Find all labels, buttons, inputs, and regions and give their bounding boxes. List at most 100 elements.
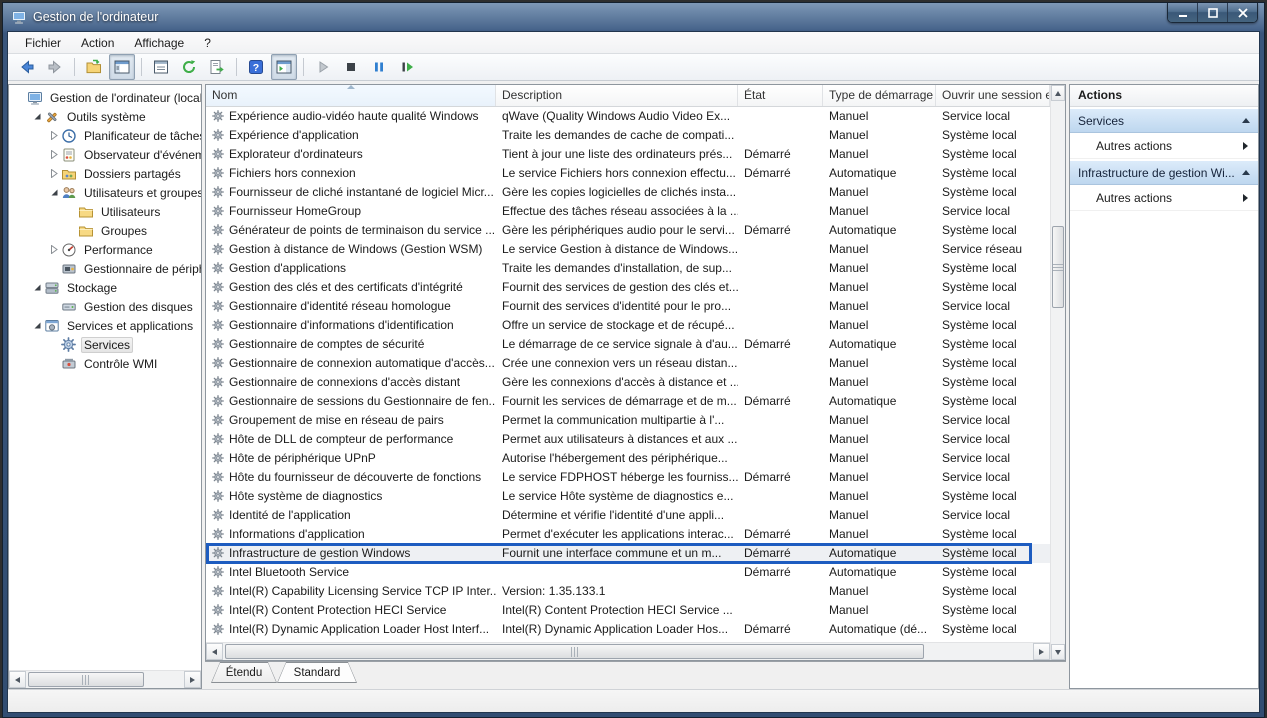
service-logon-as: Système local xyxy=(936,527,1050,541)
service-row[interactable]: Intel(R) Content Protection HECI Service… xyxy=(206,601,1050,620)
service-row[interactable]: Hôte du fournisseur de découverte de fon… xyxy=(206,468,1050,487)
service-row[interactable]: Fournisseur de cliché instantané de logi… xyxy=(206,183,1050,202)
service-row[interactable]: Gestion d'applicationsTraite les demande… xyxy=(206,259,1050,278)
stop-service-button[interactable] xyxy=(338,54,364,80)
minimize-button[interactable] xyxy=(1168,3,1198,22)
close-button[interactable] xyxy=(1228,3,1257,22)
service-row[interactable]: Fichiers hors connexionLe service Fichie… xyxy=(206,164,1050,183)
service-row[interactable]: Gestionnaire d'identité réseau homologue… xyxy=(206,297,1050,316)
service-row[interactable]: Expérience audio-vidéo haute qualité Win… xyxy=(206,107,1050,126)
show-action-pane-button[interactable] xyxy=(271,54,297,80)
tree-item-stockage[interactable]: Stockage xyxy=(9,278,201,297)
actions-section-infrastructure-de-gestion-wi[interactable]: Infrastructure de gestion Wi... xyxy=(1070,161,1258,185)
service-row[interactable]: Gestion à distance de Windows (Gestion W… xyxy=(206,240,1050,259)
service-row[interactable]: Hôte de DLL de compteur de performancePe… xyxy=(206,430,1050,449)
service-row[interactable]: Gestionnaire de comptes de sécuritéLe dé… xyxy=(206,335,1050,354)
service-row[interactable]: Intel(R) ...Intel(R) ...DémarréAutomatiq… xyxy=(206,639,1050,642)
service-row[interactable]: Identité de l'applicationDétermine et vé… xyxy=(206,506,1050,525)
service-row[interactable]: Hôte de périphérique UPnPAutorise l'hébe… xyxy=(206,449,1050,468)
show-console-tree-button[interactable] xyxy=(109,54,135,80)
service-row[interactable]: Gestionnaire de sessions du Gestionnaire… xyxy=(206,392,1050,411)
tree-item-services[interactable]: Services xyxy=(9,335,201,354)
service-row[interactable]: Fournisseur HomeGroupEffectue des tâches… xyxy=(206,202,1050,221)
scroll-right-arrow[interactable] xyxy=(184,671,201,688)
service-row[interactable]: Intel Bluetooth ServiceDémarréAutomatiqu… xyxy=(206,563,1050,582)
export-list-button[interactable] xyxy=(204,54,230,80)
action-item-autres-actions[interactable]: Autres actions xyxy=(1070,133,1258,159)
menu-aide[interactable]: ? xyxy=(195,34,220,52)
tree-item-gestionnaire-de-p-riph[interactable]: Gestionnaire de périphé xyxy=(9,259,201,278)
expander-expanded-icon[interactable] xyxy=(47,188,61,197)
open-folder-button[interactable] xyxy=(81,54,107,80)
service-row[interactable]: Gestion des clés et des certificats d'in… xyxy=(206,278,1050,297)
service-row[interactable]: Expérience d'applicationTraite les deman… xyxy=(206,126,1050,145)
service-row[interactable]: Hôte système de diagnosticsLe service Hô… xyxy=(206,487,1050,506)
column-header-tat[interactable]: État xyxy=(738,85,823,106)
list-hscroll-track[interactable] xyxy=(223,643,1033,660)
expander-collapsed-icon[interactable] xyxy=(47,150,61,159)
service-row[interactable]: Intel(R) Capability Licensing Service TC… xyxy=(206,582,1050,601)
service-row[interactable]: Infrastructure de gestion WindowsFournit… xyxy=(206,544,1050,563)
restart-service-button[interactable] xyxy=(394,54,420,80)
tree-item-gestion-de-l-ordinateur-local[interactable]: Gestion de l'ordinateur (local) xyxy=(9,88,201,107)
menu-action[interactable]: Action xyxy=(72,34,123,52)
tree-hscroll-thumb[interactable] xyxy=(28,672,144,687)
scroll-down-arrow[interactable] xyxy=(1051,644,1065,660)
help-button[interactable]: ? xyxy=(243,54,269,80)
toolbar-separator xyxy=(74,58,75,76)
expander-collapsed-icon[interactable] xyxy=(47,245,61,254)
service-row[interactable]: Informations d'applicationPermet d'exécu… xyxy=(206,525,1050,544)
column-header-ouvrir-une-session-e[interactable]: Ouvrir une session e xyxy=(936,85,1050,106)
service-row[interactable]: Explorateur d'ordinateursTient à jour un… xyxy=(206,145,1050,164)
menu-affichage[interactable]: Affichage xyxy=(125,34,193,52)
tree-item-planificateur-de-t-ches[interactable]: Planificateur de tâches xyxy=(9,126,201,145)
pause-service-button[interactable] xyxy=(366,54,392,80)
list-vertical-scrollbar[interactable] xyxy=(1050,85,1065,660)
tree-horizontal-scrollbar[interactable] xyxy=(9,670,201,688)
expander-expanded-icon[interactable] xyxy=(30,112,44,121)
tree-item-gestion-des-disques[interactable]: Gestion des disques xyxy=(9,297,201,316)
service-row[interactable]: Générateur de points de terminaison du s… xyxy=(206,221,1050,240)
properties-button[interactable] xyxy=(148,54,174,80)
tree-hscroll-track[interactable] xyxy=(26,671,184,688)
service-row[interactable]: Gestionnaire de connexion automatique d'… xyxy=(206,354,1050,373)
expander-collapsed-icon[interactable] xyxy=(47,169,61,178)
scroll-right-arrow[interactable] xyxy=(1033,643,1050,660)
list-vscroll-thumb[interactable] xyxy=(1052,226,1064,308)
scroll-left-arrow[interactable] xyxy=(9,671,26,688)
service-row[interactable]: Gestionnaire de connexions d'accès dista… xyxy=(206,373,1050,392)
tree-item-dossiers-partag-s[interactable]: Dossiers partagés xyxy=(9,164,201,183)
actions-section-services[interactable]: Services xyxy=(1070,109,1258,133)
service-startup-type: Manuel xyxy=(823,375,936,389)
scroll-up-arrow[interactable] xyxy=(1051,85,1065,101)
column-header-description[interactable]: Description xyxy=(496,85,738,106)
column-header-nom[interactable]: Nom xyxy=(206,85,496,106)
tab-tendu[interactable]: Étendu xyxy=(211,662,277,683)
expander-collapsed-icon[interactable] xyxy=(47,131,61,140)
menu-fichier[interactable]: Fichier xyxy=(16,34,70,52)
scroll-left-arrow[interactable] xyxy=(206,643,223,660)
service-row[interactable]: Intel(R) Dynamic Application Loader Host… xyxy=(206,620,1050,639)
tree-item-groupes[interactable]: Groupes xyxy=(9,221,201,240)
column-header-type-de-d-marrage[interactable]: Type de démarrage xyxy=(823,85,936,106)
tree-item-utilisateurs-et-groupes-l[interactable]: Utilisateurs et groupes l xyxy=(9,183,201,202)
expander-expanded-icon[interactable] xyxy=(30,321,44,330)
list-hscroll-thumb[interactable] xyxy=(225,644,924,659)
service-row[interactable]: Gestionnaire d'informations d'identifica… xyxy=(206,316,1050,335)
action-item-autres-actions[interactable]: Autres actions xyxy=(1070,185,1258,211)
refresh-button[interactable] xyxy=(176,54,202,80)
maximize-button[interactable] xyxy=(1198,3,1228,22)
back-button[interactable] xyxy=(14,54,40,80)
tree-item-utilisateurs[interactable]: Utilisateurs xyxy=(9,202,201,221)
tab-standard[interactable]: Standard xyxy=(277,662,357,683)
list-horizontal-scrollbar[interactable] xyxy=(206,642,1050,660)
service-row[interactable]: Groupement de mise en réseau de pairsPer… xyxy=(206,411,1050,430)
expander-expanded-icon[interactable] xyxy=(30,283,44,292)
titlebar[interactable]: Gestion de l'ordinateur xyxy=(7,3,1260,31)
tree-item-performance[interactable]: Performance xyxy=(9,240,201,259)
tree-item-observateur-d-v-neme[interactable]: Observateur d'événeme xyxy=(9,145,201,164)
tree-item-outils-syst-me[interactable]: Outils système xyxy=(9,107,201,126)
tree-item-services-et-applications[interactable]: Services et applications xyxy=(9,316,201,335)
list-vscroll-track[interactable] xyxy=(1051,101,1065,644)
tree-item-contr-le-wmi[interactable]: Contrôle WMI xyxy=(9,354,201,373)
